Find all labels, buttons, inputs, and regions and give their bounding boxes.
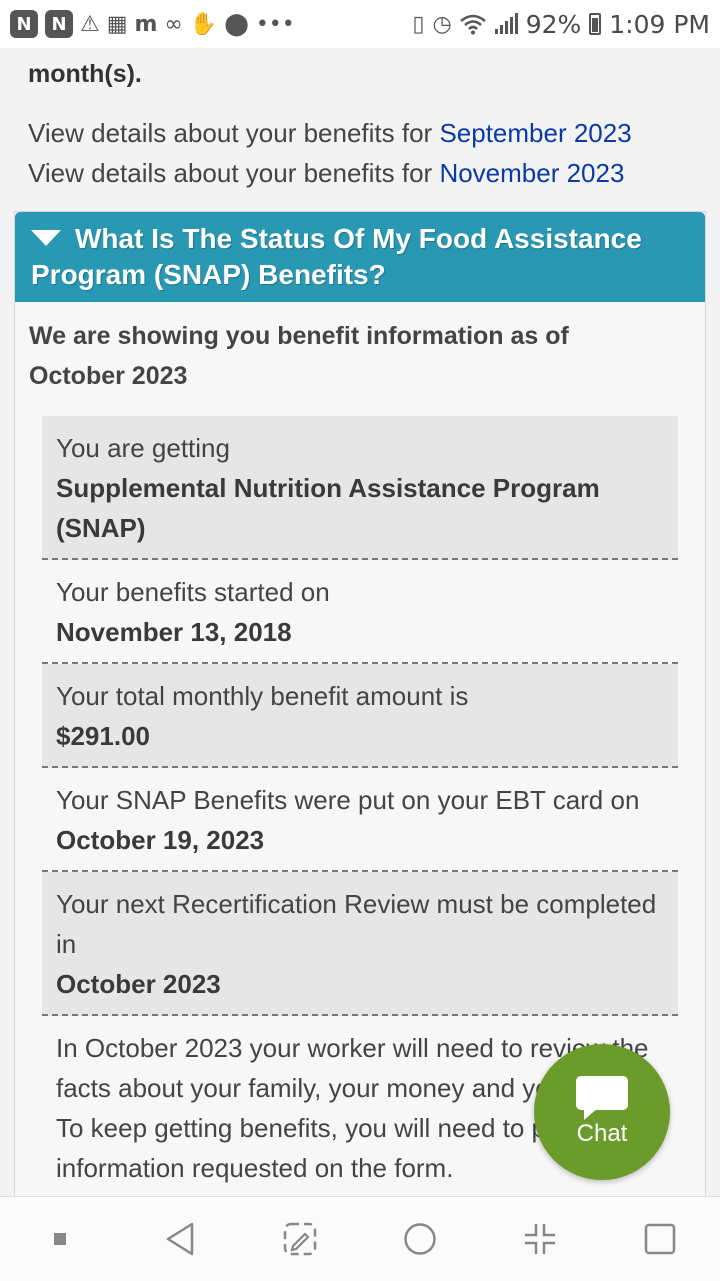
month-link-prefix: View details about your benefits for (28, 118, 440, 148)
hand-icon: ✋ (189, 11, 218, 37)
list-item-program: You are getting Supplemental Nutrition A… (42, 416, 678, 560)
page-content: month(s). View details about your benefi… (0, 48, 720, 1196)
battery-icon (589, 13, 602, 35)
row-value: November 13, 2018 (56, 617, 292, 647)
home-icon[interactable] (390, 1209, 450, 1269)
system-icons: ▯ ◷ 92% 1:09 PM (412, 10, 710, 39)
list-item-recertification: Your next Recertification Review must be… (42, 872, 678, 1016)
clock: 1:09 PM (609, 9, 710, 39)
location-icon: ⬤ (224, 11, 249, 37)
navigation-bar (0, 1196, 720, 1281)
game-icon: ▦ (106, 11, 128, 37)
alarm-icon: ◷ (432, 11, 452, 37)
list-item-start-date: Your benefits started on November 13, 20… (42, 560, 678, 664)
notification-icons: N N ⚠ ▦ m ∞ ✋ ⬤ ••• (10, 10, 295, 38)
vibrate-icon: ▯ (412, 11, 425, 37)
month-link-line: View details about your benefits for Sep… (28, 118, 632, 149)
list-item-monthly-amount: Your total monthly benefit amount is $29… (42, 664, 678, 768)
row-value: $291.00 (56, 721, 150, 751)
snap-status-header[interactable]: What Is The Status Of My Food Assistance… (15, 212, 705, 302)
chat-label: Chat (576, 1120, 628, 1147)
row-label: You are getting (56, 433, 230, 463)
row-value: October 19, 2023 (56, 825, 265, 855)
signal-icon (494, 13, 518, 35)
list-item-ebt-date: Your SNAP Benefits were put on your EBT … (42, 768, 678, 872)
row-label: Your total monthly benefit amount is (56, 681, 469, 711)
recents-icon[interactable] (630, 1209, 690, 1269)
screenshot-edit-icon[interactable] (270, 1209, 330, 1269)
month-link-prefix: View details about your benefits for (28, 158, 440, 188)
app-n-icon: N (10, 10, 38, 38)
app-m-icon: m (134, 11, 158, 37)
back-icon[interactable] (150, 1209, 210, 1269)
chat-button[interactable]: Chat (534, 1044, 670, 1180)
more-icon: ••• (255, 11, 295, 37)
november-2023-link[interactable]: November 2023 (439, 158, 624, 188)
row-label: Your SNAP Benefits were put on your EBT … (56, 785, 640, 815)
minimize-icon[interactable] (510, 1209, 570, 1269)
collapse-triangle-icon (31, 229, 61, 246)
menu-square-icon[interactable] (30, 1209, 90, 1269)
chat-bubble-icon (576, 1076, 628, 1120)
row-value: Supplemental Nutrition Assistance Progra… (56, 473, 600, 543)
wifi-icon (459, 13, 486, 35)
row-label: Your next Recertification Review must be… (56, 889, 657, 959)
showing-as-of-text: We are showing you benefit information a… (29, 322, 569, 390)
intro-partial-text: month(s). (28, 60, 142, 88)
warning-icon: ⚠ (80, 11, 100, 37)
app-n-icon: N (45, 10, 73, 38)
month-link-line: View details about your benefits for Nov… (28, 158, 624, 189)
row-value: October 2023 (56, 969, 221, 999)
status-bar: N N ⚠ ▦ m ∞ ✋ ⬤ ••• ▯ ◷ 92% 1:09 PM (0, 0, 720, 48)
panel-title: What Is The Status Of My Food Assistance… (31, 223, 642, 290)
row-label: Your benefits started on (56, 577, 330, 607)
battery-percent: 92% (525, 9, 582, 39)
september-2023-link[interactable]: September 2023 (439, 118, 631, 148)
voicemail-icon: ∞ (164, 11, 183, 37)
